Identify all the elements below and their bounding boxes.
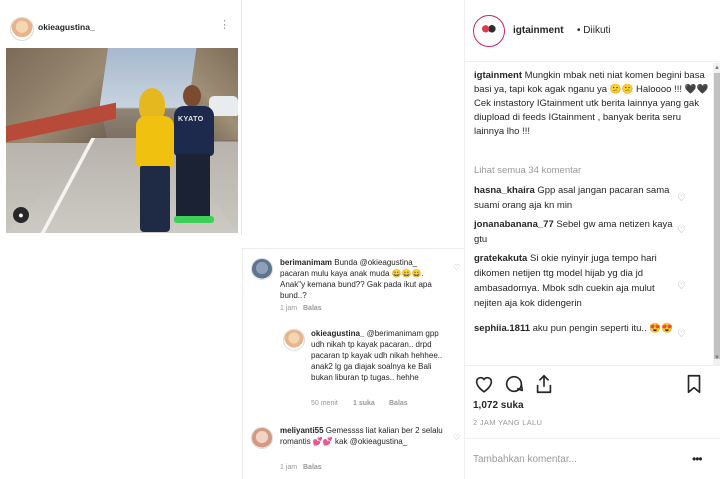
photo-man-shoes [174,216,214,223]
photo-man-pants [176,154,210,220]
photo-man-head [183,85,201,107]
photo-woman-top [136,116,174,168]
comment-thread: berimanimam Bunda @okieagustina_ pacaran… [242,248,464,479]
comment-time: 50 menit [311,400,338,407]
comment-text: aku pun pengin seperti itu.. 😍😍 [529,323,673,334]
post-username[interactable]: igtainment [513,25,564,36]
post-timestamp: 2 JAM YANG LALU [473,418,543,427]
photo-shirt-text: KYATO [178,116,204,123]
photo-woman-skirt [140,166,170,232]
comment-username[interactable]: sephiia.1811 [474,323,530,334]
reply-button[interactable]: Balas [303,464,322,471]
scrollbar-thumb[interactable] [714,73,720,359]
reply-button[interactable]: Balas [389,400,408,407]
avatar[interactable] [283,329,305,351]
add-comment-input[interactable] [473,450,683,468]
comment-username[interactable]: gratekakuta [474,253,527,264]
comment-username[interactable]: berimanimam [280,258,332,267]
comment-time: 1 jam [280,464,298,471]
comment-username[interactable]: hasna_khaira [474,185,535,196]
post-username[interactable]: okieagustina_ [38,22,95,32]
comment-username[interactable]: meliyanti55 [280,426,324,435]
share-icon[interactable] [533,373,555,395]
heart-icon[interactable]: ♡ [677,281,686,292]
comment-item: meliyanti55 Gemessss liat kalian ber 2 s… [280,425,448,447]
comment-item: jonanabanana_77 Sebel gw ama netizen kay… [474,217,682,247]
embedded-post-card: okieagustina_ ⋮ KYATO ● [0,0,242,235]
embedded-post-header: okieagustina_ ⋮ [0,0,242,44]
comment-item: sephiia.1811 aku pun pengin seperti itu.… [474,321,682,336]
comment-likes[interactable]: 1 suka [353,400,375,407]
heart-icon[interactable]: ♡ [677,329,686,340]
reply-button[interactable]: Balas [303,305,322,312]
more-vertical-icon[interactable]: ⋮ [219,20,230,31]
avatar[interactable] [473,15,505,47]
caption-username[interactable]: igtainment [474,70,522,81]
post-actions [465,365,720,399]
comment-item: gratekakuta Si okie nyinyir juga tempo h… [474,251,682,311]
post-caption: igtainment Mungkin mbak neti niat komen … [474,69,710,139]
post-header: igtainment • Diikuti [465,0,720,62]
follow-status[interactable]: • Diikuti [577,25,611,36]
scroll-up-icon[interactable]: ▲ [714,65,720,71]
avatar[interactable] [251,427,273,449]
post-detail-panel: igtainment • Diikuti igtainment Mungkin … [464,0,720,479]
avatar[interactable] [10,17,34,41]
likes-count[interactable]: 1,072 suka [473,400,524,411]
comments-scrollbar[interactable]: ▲ ▼ [713,63,720,365]
heart-icon[interactable]: ♡ [453,433,460,442]
comment-item: hasna_khaira Gpp asal jangan pacaran sam… [474,183,682,213]
comment-item: okieagustina_ @berimanimam gpp udh nikah… [311,328,449,383]
person-icon[interactable]: ● [13,207,29,223]
comment-username[interactable]: jonanabanana_77 [474,219,554,230]
heart-icon[interactable] [473,373,495,395]
view-all-comments-link[interactable]: Lihat semua 34 komentar [474,165,581,176]
bookmark-icon[interactable] [683,373,705,395]
comment-username[interactable]: okieagustina_ [311,329,364,338]
avatar[interactable] [251,258,273,280]
photo-man-shirt [174,106,214,156]
comment-icon[interactable] [503,373,525,395]
more-options-button[interactable]: ••• [692,452,703,466]
scroll-down-icon[interactable]: ▼ [714,355,720,361]
add-comment-bar: ••• [465,438,720,479]
comments-list[interactable]: igtainment Mungkin mbak neti niat komen … [465,63,713,365]
post-photo: KYATO ● [6,48,238,233]
comment-time: 1 jam [280,305,298,312]
heart-icon[interactable]: ♡ [453,263,460,272]
heart-icon[interactable]: ♡ [677,225,686,236]
comment-item: berimanimam Bunda @okieagustina_ pacaran… [280,257,448,301]
heart-icon[interactable]: ♡ [677,193,686,204]
